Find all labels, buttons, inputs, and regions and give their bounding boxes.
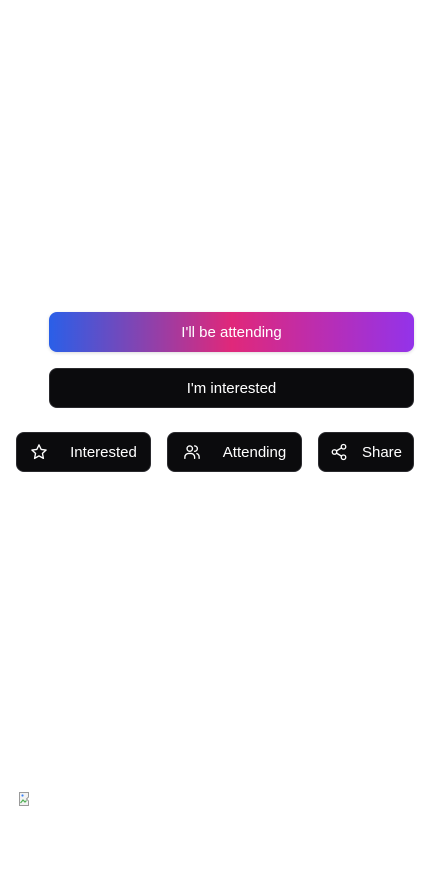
interested-quick-label: Interested (70, 443, 137, 461)
share-button[interactable]: Share (318, 432, 414, 472)
interested-quick-button[interactable]: Interested (16, 432, 151, 472)
page: I'll be attending I'm interested Interes… (0, 0, 430, 877)
interested-button-label: I'm interested (186, 379, 277, 397)
share-icon (330, 443, 348, 461)
attending-button[interactable]: I'll be attending (49, 312, 414, 352)
attending-quick-button[interactable]: Attending (167, 432, 302, 472)
star-icon (30, 443, 48, 461)
broken-image-icon (18, 791, 34, 807)
attending-button-label: I'll be attending (181, 323, 282, 341)
interested-button[interactable]: I'm interested (49, 368, 414, 408)
attending-quick-label: Attending (222, 443, 287, 461)
users-icon (183, 443, 201, 461)
share-label: Share (361, 443, 403, 461)
